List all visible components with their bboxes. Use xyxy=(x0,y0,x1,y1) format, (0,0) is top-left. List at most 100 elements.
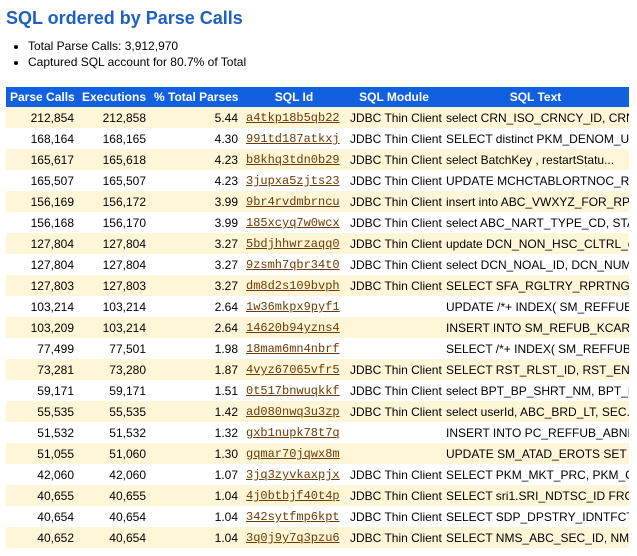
cell-executions: 51,532 xyxy=(78,422,150,443)
sql-id-link[interactable]: ad080nwq3u3zp xyxy=(246,405,340,419)
table-row: 51,05551,0601.30gqmar70jqwx8mUPDATE SM_A… xyxy=(6,443,629,464)
cell-sql-id: ad080nwq3u3zp xyxy=(242,401,346,422)
sql-id-link[interactable]: dm8d2s109bvph xyxy=(246,279,340,293)
table-row: 212,854212,8585.44a4tkp18b5qb22JDBC Thin… xyxy=(6,107,629,128)
cell-executions: 51,060 xyxy=(78,443,150,464)
sql-id-link[interactable]: gxb1nupk78t7q xyxy=(246,426,340,440)
cell-pct-total: 1.42 xyxy=(150,401,242,422)
cell-sql-text: UPDATE MCHCTABLORTNOC_R SET Ba... xyxy=(442,170,629,191)
cell-executions: 212,858 xyxy=(78,107,150,128)
cell-parse-calls: 127,804 xyxy=(6,254,78,275)
table-row: 127,804127,8043.279zsmh7qbr34t0JDBC Thin… xyxy=(6,254,629,275)
cell-pct-total: 2.64 xyxy=(150,296,242,317)
cell-sql-id: 185xcyq7w0wcx xyxy=(242,212,346,233)
table-row: 103,214103,2142.641w36mkpx9pyf1UPDATE /*… xyxy=(6,296,629,317)
cell-sql-text: select ABC_NART_TYPE_CD, STATU... xyxy=(442,212,629,233)
cell-executions: 59,171 xyxy=(78,380,150,401)
cell-sql-module: JDBC Thin Client xyxy=(346,359,442,380)
cell-parse-calls: 103,214 xyxy=(6,296,78,317)
sql-id-link[interactable]: 185xcyq7w0wcx xyxy=(246,216,340,230)
cell-pct-total: 5.44 xyxy=(150,107,242,128)
cell-executions: 103,214 xyxy=(78,317,150,338)
cell-sql-id: 18mam6mn4nbrf xyxy=(242,338,346,359)
cell-sql-id: 5bdjhhwrzaqq0 xyxy=(242,233,346,254)
col-sql-id: SQL Id xyxy=(242,87,346,107)
col-sql-text: SQL Text xyxy=(442,87,629,107)
cell-pct-total: 1.87 xyxy=(150,359,242,380)
cell-parse-calls: 127,803 xyxy=(6,275,78,296)
col-pct-total: % Total Parses xyxy=(150,87,242,107)
cell-pct-total: 3.99 xyxy=(150,191,242,212)
sql-id-link[interactable]: 4vyz67065vfr5 xyxy=(246,363,340,377)
sql-id-link[interactable]: a4tkp18b5qb22 xyxy=(246,111,340,125)
cell-sql-id: 342sytfmp6kpt xyxy=(242,506,346,527)
cell-pct-total: 3.27 xyxy=(150,275,242,296)
cell-sql-id: 3jupxa5zjts23 xyxy=(242,170,346,191)
cell-executions: 127,804 xyxy=(78,254,150,275)
cell-executions: 127,804 xyxy=(78,233,150,254)
sql-id-link[interactable]: 18mam6mn4nbrf xyxy=(246,342,340,356)
sql-id-link[interactable]: 0t517bnwuqkkf xyxy=(246,384,340,398)
col-sql-module: SQL Module xyxy=(346,87,442,107)
cell-sql-id: 9br4rvdmbrncu xyxy=(242,191,346,212)
cell-pct-total: 4.23 xyxy=(150,149,242,170)
sql-id-link[interactable]: 3jupxa5zjts23 xyxy=(246,174,340,188)
cell-parse-calls: 156,168 xyxy=(6,212,78,233)
cell-sql-text: select CRN_ISO_CRNCY_ID, CRN_C... xyxy=(442,107,629,128)
table-row: 73,28173,2801.874vyz67065vfr5JDBC Thin C… xyxy=(6,359,629,380)
cell-parse-calls: 168,164 xyxy=(6,128,78,149)
sql-id-link[interactable]: 5bdjhhwrzaqq0 xyxy=(246,237,340,251)
cell-sql-module: JDBC Thin Client xyxy=(346,506,442,527)
table-row: 77,49977,5011.9818mam6mn4nbrfSELECT /*+ … xyxy=(6,338,629,359)
cell-pct-total: 1.04 xyxy=(150,506,242,527)
sql-id-link[interactable]: gqmar70jqwx8m xyxy=(246,447,340,461)
cell-parse-calls: 77,499 xyxy=(6,338,78,359)
cell-sql-module: JDBC Thin Client xyxy=(346,233,442,254)
cell-parse-calls: 165,507 xyxy=(6,170,78,191)
sql-id-link[interactable]: 991td187atkxj xyxy=(246,132,340,146)
cell-sql-module xyxy=(346,296,442,317)
cell-sql-id: 3jq3zyvkaxpjx xyxy=(242,464,346,485)
cell-sql-id: 14620b94yzns4 xyxy=(242,317,346,338)
cell-pct-total: 4.30 xyxy=(150,128,242,149)
sql-id-link[interactable]: 1w36mkpx9pyf1 xyxy=(246,300,340,314)
sql-id-link[interactable]: 9zsmh7qbr34t0 xyxy=(246,258,340,272)
cell-sql-module xyxy=(346,317,442,338)
cell-executions: 40,655 xyxy=(78,485,150,506)
cell-sql-text: SELECT SFA_RGLTRY_RPRTNG FROM ... xyxy=(442,275,629,296)
table-row: 103,209103,2142.6414620b94yzns4INSERT IN… xyxy=(6,317,629,338)
sql-id-link[interactable]: b8khq3tdn0b29 xyxy=(246,153,340,167)
cell-pct-total: 1.04 xyxy=(150,527,242,548)
cell-sql-module: JDBC Thin Client xyxy=(346,170,442,191)
sql-id-link[interactable]: 3q0j9y7q3pzu6 xyxy=(246,531,340,545)
cell-sql-module xyxy=(346,422,442,443)
cell-sql-module: JDBC Thin Client xyxy=(346,464,442,485)
cell-pct-total: 4.23 xyxy=(150,170,242,191)
page-title: SQL ordered by Parse Calls xyxy=(6,8,631,29)
sql-id-link[interactable]: 9br4rvdmbrncu xyxy=(246,195,340,209)
cell-parse-calls: 156,169 xyxy=(6,191,78,212)
cell-pct-total: 1.04 xyxy=(150,485,242,506)
cell-executions: 156,172 xyxy=(78,191,150,212)
cell-sql-module: JDBC Thin Client xyxy=(346,401,442,422)
sql-id-link[interactable]: 4j0btbjf40t4p xyxy=(246,489,340,503)
cell-executions: 165,618 xyxy=(78,149,150,170)
cell-parse-calls: 51,532 xyxy=(6,422,78,443)
cell-executions: 42,060 xyxy=(78,464,150,485)
sql-id-link[interactable]: 3jq3zyvkaxpjx xyxy=(246,468,340,482)
sql-id-link[interactable]: 342sytfmp6kpt xyxy=(246,510,340,524)
cell-sql-id: gqmar70jqwx8m xyxy=(242,443,346,464)
cell-pct-total: 3.27 xyxy=(150,233,242,254)
cell-executions: 165,507 xyxy=(78,170,150,191)
cell-sql-text: select BPT_BP_SHRT_NM, BPT_BP_... xyxy=(442,380,629,401)
cell-parse-calls: 40,654 xyxy=(6,506,78,527)
cell-sql-id: b8khq3tdn0b29 xyxy=(242,149,346,170)
cell-sql-module xyxy=(346,338,442,359)
sql-id-link[interactable]: 14620b94yzns4 xyxy=(246,321,340,335)
cell-pct-total: 1.32 xyxy=(150,422,242,443)
cell-parse-calls: 40,655 xyxy=(6,485,78,506)
cell-executions: 168,165 xyxy=(78,128,150,149)
cell-sql-id: dm8d2s109bvph xyxy=(242,275,346,296)
cell-parse-calls: 212,854 xyxy=(6,107,78,128)
cell-sql-text: SELECT distinct PKM_DENOM_UNIT... xyxy=(442,128,629,149)
